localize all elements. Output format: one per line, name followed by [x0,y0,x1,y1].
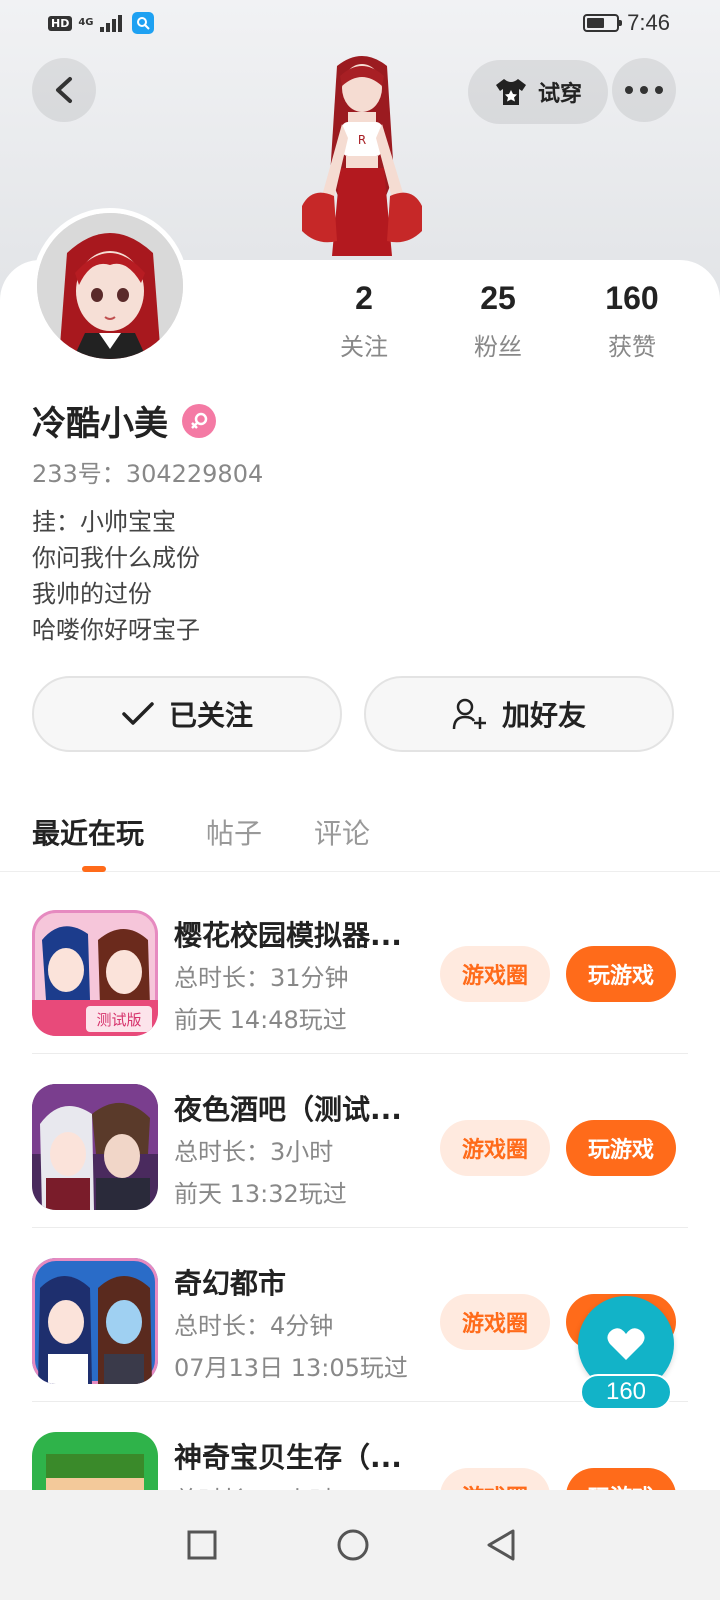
game-circle-button[interactable]: 游戏圈 [440,1294,550,1350]
tryon-label: 试穿 [537,82,582,107]
heart-icon [607,1328,645,1360]
more-button[interactable] [612,58,676,122]
more-horizontal-icon [625,86,663,94]
square-icon [187,1530,217,1560]
bio: 挂：小帅宝宝 你问我什么成份 我帅的过份 哈喽你好呀宝子 [32,504,200,648]
hd-indicator: HD [48,15,73,31]
signal-icon [99,15,122,32]
back-nav-button[interactable] [466,1510,536,1580]
game-duration: 总时长：3小时 [174,1138,334,1166]
stat-following-label: 关注 [340,333,388,361]
user-id: 233号：304229804 [32,460,264,488]
stat-likes-value: 160 [605,280,659,316]
username: 冷酷小美 [32,404,168,444]
game-title: 夜色酒吧（测试... [174,1093,402,1126]
stat-following-value: 2 [355,280,373,316]
game-circle-button[interactable]: 游戏圈 [440,946,550,1002]
system-nav-bar [0,1490,720,1600]
list-item[interactable]: 夜色酒吧（测试... 总时长：3小时 前天 13:32玩过 游戏圈 玩游戏 [32,1054,688,1228]
network-indicator: 4G [78,17,94,28]
bio-line: 你问我什么成份 [32,544,200,572]
add-friend-button[interactable]: 加好友 [364,676,674,752]
active-tab-indicator [82,866,106,872]
avatar-portrait-image [37,213,183,359]
tab-comments[interactable]: 评论 [314,812,370,852]
bio-line: 哈喽你好呀宝子 [32,616,200,644]
check-icon [122,702,154,725]
back-button[interactable] [32,58,96,122]
stat-fans[interactable]: 25 粉丝 [438,280,558,362]
game-icon-night-bar [32,1084,158,1210]
profile-tabs: 最近在玩 帖子 评论 [0,800,720,872]
game-duration: 总时长：4分钟 [174,1312,334,1340]
play-game-button[interactable]: 玩游戏 [566,1120,676,1176]
stat-following[interactable]: 2 关注 [304,280,424,362]
stat-fans-label: 粉丝 [474,333,522,361]
chevron-left-icon [56,77,72,103]
followed-label: 已关注 [168,699,253,732]
like-count: 160 [580,1374,672,1410]
game-circle-button[interactable]: 游戏圈 [440,1120,550,1176]
game-last-played: 前天 14:48玩过 [174,1006,347,1034]
bio-line: 挂：小帅宝宝 [32,508,176,536]
game-title: 樱花校园模拟器... [174,919,402,952]
add-friend-label: 加好友 [501,699,586,732]
tab-recent-played[interactable]: 最近在玩 [32,812,144,852]
list-item[interactable]: 测试版 樱花校园模拟器... 总时长：31分钟 前天 14:48玩过 游戏圈 玩… [32,880,688,1054]
female-icon [182,403,216,438]
status-bar: HD 4G 7:46 [0,0,720,48]
game-icon-fantasy-city [32,1258,158,1384]
avatar[interactable] [32,208,188,364]
game-last-played: 前天 13:32玩过 [174,1180,347,1208]
tab-posts[interactable]: 帖子 [206,812,262,852]
bio-line: 我帅的过份 [32,580,152,608]
game-icon-badge-text: 测试版 [96,1011,141,1029]
stat-likes[interactable]: 160 获赞 [572,280,692,362]
username-row: 冷酷小美 [32,396,216,445]
avatar-figure-image: R [302,56,422,256]
svg-text:R: R [358,133,366,147]
stat-fans-value: 25 [480,280,516,316]
game-icon-sakura: 测试版 [32,910,158,1036]
game-title: 神奇宝贝生存（... [174,1441,402,1474]
game-title: 奇幻都市 [174,1267,287,1300]
triangle-back-icon [487,1529,515,1561]
followed-button[interactable]: 已关注 [32,676,342,752]
tryon-button[interactable]: 试穿 [468,60,608,124]
recent-apps-button[interactable] [167,1510,237,1580]
search-app-icon [131,12,154,34]
home-button[interactable] [318,1510,388,1580]
play-game-button[interactable]: 玩游戏 [566,946,676,1002]
status-time: 7:46 [627,10,670,35]
battery-icon [583,14,623,32]
game-last-played: 07月13日 13:05玩过 [174,1354,408,1382]
game-duration: 总时长：31分钟 [174,964,349,992]
stat-likes-label: 获赞 [608,333,656,361]
add-user-icon [452,698,486,730]
circle-icon [337,1529,369,1561]
shirt-icon [495,79,526,105]
